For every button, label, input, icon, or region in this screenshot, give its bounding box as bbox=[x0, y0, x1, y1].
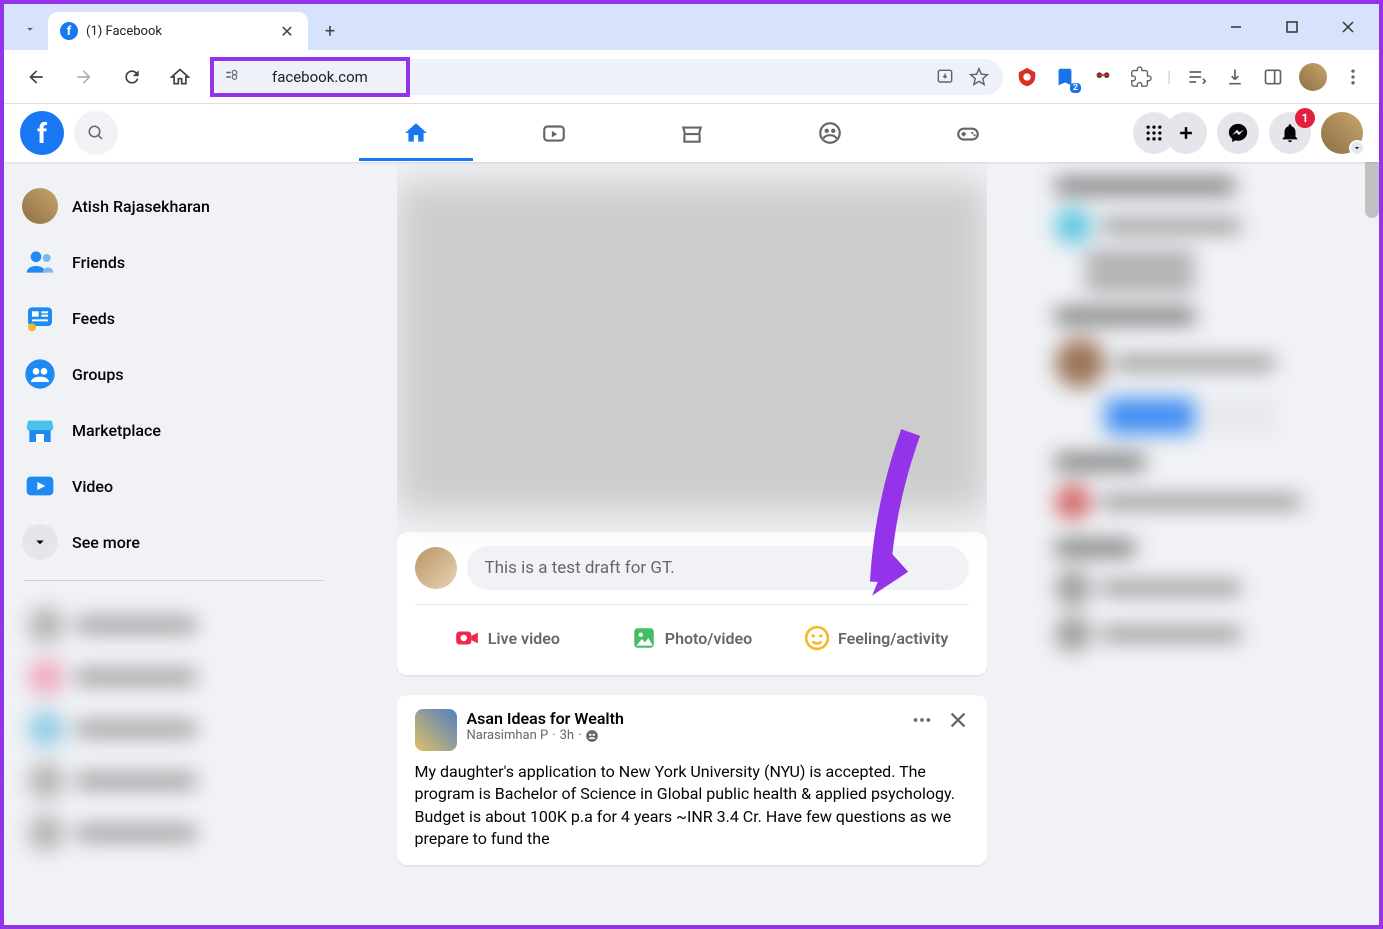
sidebar-item-label: Groups bbox=[72, 365, 124, 384]
avatar[interactable] bbox=[415, 547, 457, 589]
facebook-favicon: f bbox=[60, 22, 78, 40]
sidebar-item-label: See more bbox=[72, 533, 140, 552]
news-feed: This is a test draft for GT. Live video … bbox=[397, 162, 987, 925]
post-close-button[interactable] bbox=[947, 709, 969, 731]
action-label: Feeling/activity bbox=[838, 629, 948, 648]
camera-icon bbox=[454, 625, 480, 651]
sidebar-item-friends[interactable]: Friends bbox=[12, 234, 336, 290]
home-button[interactable] bbox=[162, 59, 198, 95]
feeds-icon bbox=[22, 300, 58, 336]
window-controls bbox=[1213, 10, 1371, 44]
browser-tab[interactable]: f (1) Facebook ✕ bbox=[48, 12, 308, 50]
top-nav bbox=[351, 105, 1033, 161]
forward-button[interactable] bbox=[66, 59, 102, 95]
extension-icon[interactable] bbox=[1091, 65, 1115, 89]
post-author[interactable]: Narasimhan P bbox=[467, 728, 549, 743]
marketplace-icon bbox=[22, 412, 58, 448]
right-sidebar-blurred bbox=[1039, 162, 1379, 925]
close-window-button[interactable] bbox=[1325, 10, 1371, 44]
chevron-down-icon bbox=[1349, 140, 1365, 156]
left-sidebar: Atish Rajasekharan Friends Feeds Groups … bbox=[4, 162, 344, 925]
browser-profile-button[interactable] bbox=[1299, 63, 1327, 91]
new-tab-button[interactable]: + bbox=[314, 15, 346, 47]
post-group-name[interactable]: Asan Ideas for Wealth bbox=[467, 709, 901, 728]
sidebar-item-label: Friends bbox=[72, 253, 125, 272]
nav-gaming[interactable] bbox=[903, 105, 1033, 161]
bookmark-star-icon[interactable] bbox=[969, 67, 989, 87]
nav-video[interactable] bbox=[489, 105, 619, 161]
sidebar-item-label: Atish Rajasekharan bbox=[72, 197, 210, 216]
messenger-button[interactable] bbox=[1217, 112, 1259, 154]
post-body: My daughter's application to New York Un… bbox=[415, 761, 969, 851]
facebook-logo[interactable]: f bbox=[20, 111, 64, 155]
sidebar-item-label: Video bbox=[72, 477, 113, 496]
adblock-icon[interactable] bbox=[1015, 65, 1039, 89]
notifications-button[interactable]: 1 bbox=[1269, 112, 1311, 154]
search-button[interactable] bbox=[74, 111, 118, 155]
downloads-icon[interactable] bbox=[1223, 65, 1247, 89]
main-content: Atish Rajasekharan Friends Feeds Groups … bbox=[4, 162, 1379, 925]
browser-menu-button[interactable] bbox=[1341, 65, 1365, 89]
facebook-header: f 1 bbox=[4, 104, 1379, 162]
browser-toolbar: facebook.com 2 | bbox=[4, 50, 1379, 104]
bookmark-extension-icon[interactable]: 2 bbox=[1053, 65, 1077, 89]
live-video-button[interactable]: Live video bbox=[415, 615, 600, 661]
feeling-activity-button[interactable]: Feeling/activity bbox=[784, 615, 969, 661]
groups-icon bbox=[22, 356, 58, 392]
sidebar-item-groups[interactable]: Groups bbox=[12, 346, 336, 402]
nav-home[interactable] bbox=[351, 105, 481, 161]
minimize-button[interactable] bbox=[1213, 10, 1259, 44]
extension-icons: 2 | bbox=[1015, 63, 1365, 91]
post-more-button[interactable] bbox=[911, 709, 933, 731]
sidebar-see-more[interactable]: See more bbox=[12, 514, 336, 570]
divider bbox=[24, 580, 324, 581]
post-time[interactable]: 3h bbox=[560, 728, 574, 743]
tab-search-button[interactable] bbox=[12, 11, 48, 47]
sidebar-item-label: Marketplace bbox=[72, 421, 161, 440]
blurred-shortcuts bbox=[12, 591, 336, 867]
post-avatar[interactable] bbox=[415, 709, 457, 751]
side-panel-icon[interactable] bbox=[1261, 65, 1285, 89]
url-text: facebook.com bbox=[272, 68, 368, 86]
nav-groups[interactable] bbox=[765, 105, 895, 161]
header-right: 1 bbox=[1133, 112, 1363, 154]
smiley-icon bbox=[804, 625, 830, 651]
address-bar[interactable]: facebook.com bbox=[210, 59, 1003, 95]
reload-button[interactable] bbox=[114, 59, 150, 95]
back-button[interactable] bbox=[18, 59, 54, 95]
chevron-down-icon bbox=[22, 524, 58, 560]
post: Asan Ideas for Wealth Narasimhan P · 3h … bbox=[397, 695, 987, 865]
reading-list-icon[interactable] bbox=[1185, 65, 1209, 89]
maximize-button[interactable] bbox=[1269, 10, 1315, 44]
group-icon bbox=[585, 729, 599, 743]
nav-marketplace[interactable] bbox=[627, 105, 757, 161]
sidebar-item-feeds[interactable]: Feeds bbox=[12, 290, 336, 346]
sidebar-item-profile[interactable]: Atish Rajasekharan bbox=[12, 178, 336, 234]
sidebar-item-label: Feeds bbox=[72, 309, 115, 328]
sidebar-item-marketplace[interactable]: Marketplace bbox=[12, 402, 336, 458]
tab-title: (1) Facebook bbox=[86, 24, 270, 39]
notification-badge: 1 bbox=[1295, 108, 1315, 128]
account-button[interactable] bbox=[1321, 112, 1363, 154]
avatar bbox=[22, 188, 58, 224]
friends-icon bbox=[22, 244, 58, 280]
extensions-button[interactable] bbox=[1129, 65, 1153, 89]
site-settings-icon[interactable] bbox=[224, 68, 242, 86]
photo-icon bbox=[631, 625, 657, 651]
action-label: Live video bbox=[488, 629, 560, 648]
close-tab-button[interactable]: ✕ bbox=[278, 22, 296, 40]
photo-video-button[interactable]: Photo/video bbox=[599, 615, 784, 661]
sidebar-item-video[interactable]: Video bbox=[12, 458, 336, 514]
video-icon bbox=[22, 468, 58, 504]
create-button[interactable] bbox=[1165, 112, 1207, 154]
action-label: Photo/video bbox=[665, 629, 752, 648]
scrollbar[interactable] bbox=[1365, 158, 1379, 858]
browser-tab-bar: f (1) Facebook ✕ + bbox=[4, 4, 1379, 50]
install-app-icon[interactable] bbox=[935, 67, 955, 87]
